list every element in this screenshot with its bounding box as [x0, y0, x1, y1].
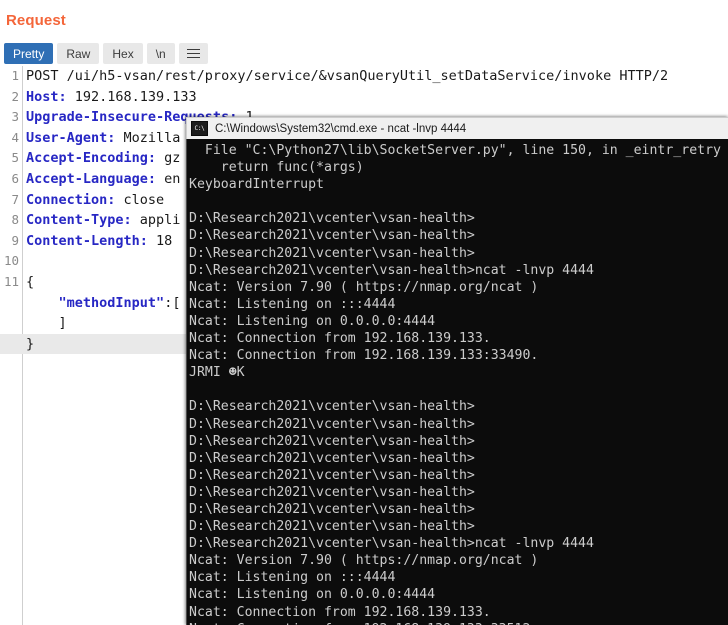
cmd-title-bar[interactable]: C:\ C:\Windows\System32\cmd.exe - ncat -… [186, 117, 728, 139]
header-name: User-Agent: [26, 129, 116, 146]
view-mode-toolbar: Pretty Raw Hex \n [4, 43, 208, 64]
header-name: Content-Length: [26, 232, 148, 249]
line-number: 6 [11, 170, 19, 186]
hamburger-icon [186, 48, 200, 59]
json-key: "methodInput" [58, 294, 165, 311]
line-number: 1 [11, 68, 19, 83]
terminal-line: D:\Research2021\vcenter\vsan-health> [189, 450, 475, 466]
terminal-line: Ncat: Connection from 192.168.139.133:33… [189, 621, 728, 625]
terminal-line: JRMI ☻K [189, 365, 245, 381]
terminal-line: Ncat: Listening on 0.0.0.0:4444 [189, 587, 436, 603]
terminal-line: D:\Research2021\vcenter\vsan-health> [189, 519, 475, 535]
terminal-line: D:\Research2021\vcenter\vsan-health>ncat… [189, 536, 594, 552]
cmd-terminal-output[interactable]: File "C:\Python27\lib\SocketServer.py", … [186, 139, 728, 625]
code-line: Host: 192.168.139.133 [26, 87, 728, 108]
terminal-line: D:\Research2021\vcenter\vsan-health> [189, 433, 475, 449]
terminal-line: Ncat: Version 7.90 ( https://nmap.org/nc… [189, 279, 539, 295]
line-number: 2 [11, 88, 19, 104]
line-number: 9 [11, 232, 19, 248]
page-title: Request [6, 12, 66, 29]
cmd-window-title: C:\Windows\System32\cmd.exe - ncat -lnvp… [215, 122, 467, 135]
header-value: 192.168.139.133 [66, 88, 197, 105]
terminal-line: Ncat: Listening on :::4444 [189, 296, 396, 312]
terminal-line: return func(*args) [189, 160, 364, 176]
terminal-line: D:\Research2021\vcenter\vsan-health> [189, 211, 475, 227]
line-number: 8 [11, 212, 19, 228]
terminal-line: Ncat: Connection from 192.168.139.133. [189, 604, 491, 620]
tab-hex[interactable]: Hex [103, 43, 143, 64]
line-number: 5 [11, 150, 19, 166]
toggle-newline[interactable]: \n [146, 43, 175, 64]
terminal-line: D:\Research2021\vcenter\vsan-health> [189, 467, 475, 483]
header-value: close [115, 191, 165, 208]
cmd-exe-window[interactable]: C:\ C:\Windows\System32\cmd.exe - ncat -… [186, 117, 728, 625]
cmd-app-icon: C:\ [191, 121, 208, 136]
header-value: en [156, 170, 181, 187]
line-number: 10 [3, 253, 19, 269]
header-name: Connection: [26, 191, 116, 208]
terminal-line: Ncat: Connection from 192.168.139.133. [189, 331, 491, 347]
header-name: Host: [26, 88, 67, 105]
header-name: Accept-Language: [26, 170, 157, 187]
line-number: 3 [11, 109, 19, 125]
json-punctuation: :[ [164, 294, 181, 311]
line-number [0, 293, 22, 314]
terminal-line: D:\Research2021\vcenter\vsan-health>ncat… [189, 262, 594, 278]
tab-raw[interactable]: Raw [57, 43, 100, 64]
header-name: Content-Type: [26, 212, 132, 229]
terminal-line: KeyboardInterrupt [189, 177, 324, 193]
header-value: 18 [147, 232, 173, 249]
tab-pretty[interactable]: Pretty [4, 43, 54, 64]
terminal-line: D:\Research2021\vcenter\vsan-health> [189, 501, 475, 517]
terminal-line: D:\Research2021\vcenter\vsan-health> [189, 416, 475, 432]
terminal-line: Ncat: Connection from 192.168.139.133:33… [189, 348, 539, 364]
line-number: 11 [3, 273, 19, 289]
header-value: Mozilla [115, 129, 181, 146]
editor-menu-button[interactable] [178, 43, 208, 64]
terminal-line: D:\Research2021\vcenter\vsan-health> [189, 228, 475, 244]
line-number: 7 [11, 191, 19, 207]
line-number [0, 313, 22, 334]
terminal-line: Ncat: Listening on :::4444 [189, 570, 396, 586]
line-number: 4 [11, 129, 19, 145]
terminal-line: D:\Research2021\vcenter\vsan-health> [189, 484, 475, 500]
code-line: POST /ui/h5-vsan/rest/proxy/service/&vsa… [26, 68, 669, 84]
header-name: Accept-Encoding: [26, 150, 157, 167]
terminal-line: File "C:\Python27\lib\SocketServer.py", … [189, 143, 721, 158]
terminal-line: D:\Research2021\vcenter\vsan-health> [189, 399, 475, 415]
terminal-line: Ncat: Listening on 0.0.0.0:4444 [189, 313, 436, 329]
header-value: gz [156, 150, 181, 167]
terminal-line: Ncat: Version 7.90 ( https://nmap.org/nc… [189, 553, 539, 569]
terminal-line: D:\Research2021\vcenter\vsan-health> [189, 245, 475, 261]
header-value: appli [131, 212, 181, 229]
